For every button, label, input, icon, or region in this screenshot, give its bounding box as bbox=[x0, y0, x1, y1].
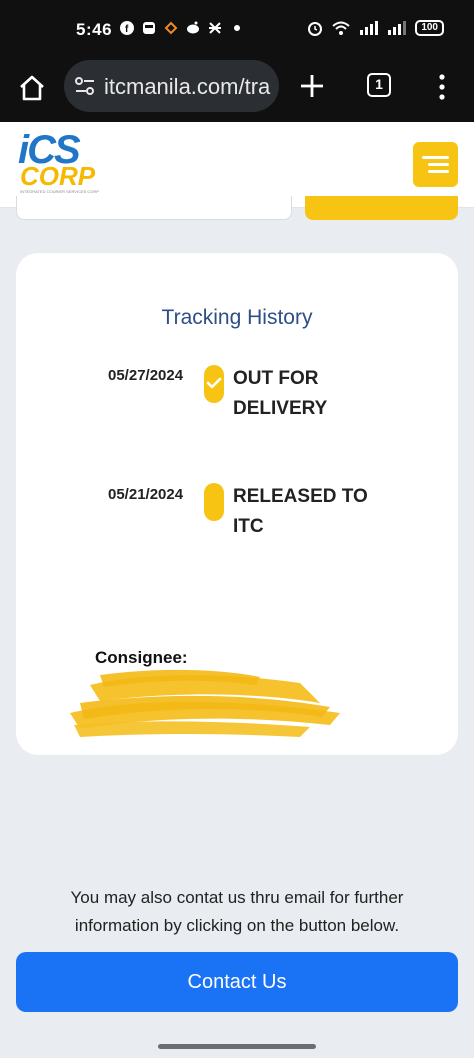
ics-corp-logo[interactable]: iCS CORP INTEGRATED COURIER SERVICES COR… bbox=[18, 130, 99, 196]
card-title: Tracking History bbox=[161, 306, 313, 329]
new-tab-icon[interactable] bbox=[298, 72, 326, 100]
more-menu-icon[interactable] bbox=[432, 72, 452, 102]
battery-indicator: 100 bbox=[415, 20, 444, 36]
tab-switcher-button[interactable]: 1 bbox=[367, 73, 391, 97]
reddit-icon bbox=[187, 21, 199, 34]
hamburger-line bbox=[428, 170, 449, 173]
entry-status: RELEASED TO ITC bbox=[233, 482, 383, 542]
redaction-scribble bbox=[70, 669, 340, 737]
browser-toolbar: itcmanila.com/tra 1 bbox=[0, 60, 474, 122]
menu-button[interactable] bbox=[413, 142, 458, 187]
track-button[interactable] bbox=[305, 196, 458, 220]
tracking-history-card: Tracking History 05/27/2024 OUT FOR DELI… bbox=[16, 253, 458, 755]
entry-status-line: RELEASED TO bbox=[233, 486, 368, 507]
tracking-number-input[interactable] bbox=[16, 196, 292, 220]
entry-status-line: DELIVERY bbox=[233, 398, 328, 419]
logo-tagline: INTEGRATED COURIER SERVICES CORP bbox=[20, 189, 99, 194]
status-dot bbox=[204, 365, 224, 403]
alarm-icon bbox=[308, 22, 323, 36]
contact-description: You may also contat us thru email for fu… bbox=[70, 888, 404, 935]
signal-icon-2 bbox=[388, 21, 407, 35]
entry-status-line: OUT FOR bbox=[233, 368, 319, 389]
home-icon[interactable] bbox=[16, 72, 48, 104]
notification-icons: f bbox=[120, 21, 244, 35]
check-icon bbox=[206, 377, 222, 389]
signal-icon bbox=[360, 21, 379, 35]
gesture-nav-handle[interactable] bbox=[158, 1044, 316, 1049]
x-app-icon bbox=[209, 22, 221, 34]
logo-bottom-text: CORP bbox=[20, 161, 96, 191]
hamburger-line bbox=[428, 163, 449, 166]
entry-date: 05/27/2024 bbox=[108, 367, 184, 384]
contact-us-button[interactable]: Contact Us bbox=[16, 952, 458, 1012]
dot-icon bbox=[234, 25, 240, 31]
entry-status: OUT FOR DELIVERY bbox=[233, 364, 383, 424]
hamburger-line bbox=[422, 156, 449, 159]
url-text: itcmanila.com/tra bbox=[104, 74, 271, 99]
site-settings-icon[interactable] bbox=[74, 75, 96, 97]
status-right: 100 bbox=[307, 20, 444, 36]
wifi-icon bbox=[332, 21, 350, 35]
entry-status-line: ITC bbox=[233, 516, 264, 537]
bus-icon bbox=[143, 22, 155, 34]
facebook-icon: f bbox=[120, 21, 134, 35]
status-bar: 5:46 f 100 bbox=[0, 0, 474, 60]
status-time: 5:46 bbox=[76, 20, 113, 39]
status-dot bbox=[204, 483, 224, 521]
entry-date: 05/21/2024 bbox=[108, 486, 184, 503]
app-icon bbox=[164, 21, 178, 35]
address-bar[interactable]: itcmanila.com/tra bbox=[64, 60, 279, 112]
